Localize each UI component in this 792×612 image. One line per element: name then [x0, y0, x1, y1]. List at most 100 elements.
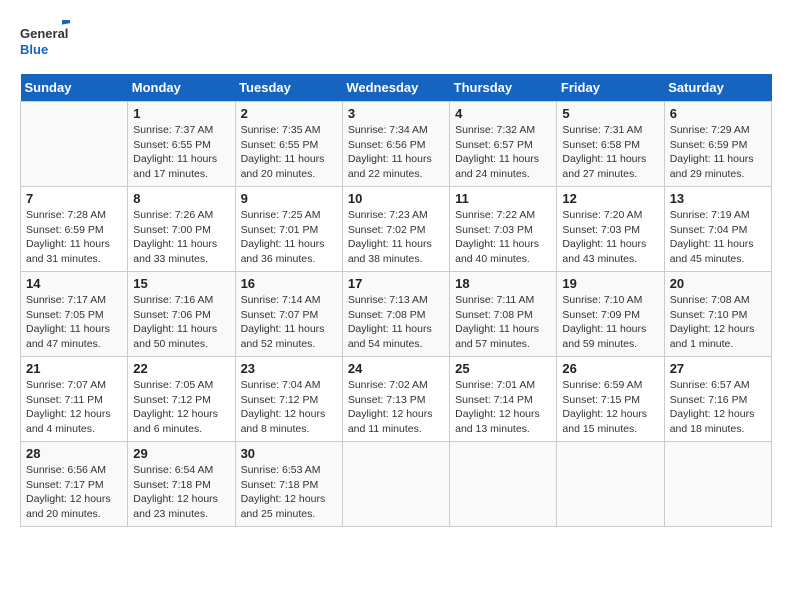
calendar-cell: 16Sunrise: 7:14 AMSunset: 7:07 PMDayligh…: [235, 272, 342, 357]
day-number: 21: [26, 361, 122, 376]
day-info: Sunrise: 7:11 AMSunset: 7:08 PMDaylight:…: [455, 293, 551, 352]
calendar-cell: [21, 102, 128, 187]
calendar-cell: 26Sunrise: 6:59 AMSunset: 7:15 PMDayligh…: [557, 357, 664, 442]
svg-text:General: General: [20, 26, 68, 41]
day-number: 25: [455, 361, 551, 376]
calendar-cell: 4Sunrise: 7:32 AMSunset: 6:57 PMDaylight…: [450, 102, 557, 187]
calendar-cell: 3 Sunrise: 7:34 AMSunset: 6:56 PMDaylight…: [342, 102, 449, 187]
calendar-cell: 17 Sunrise: 7:13 AMSunset: 7:08 PMDayligh…: [342, 272, 449, 357]
calendar-cell: 20 Sunrise: 7:08 AMSunset: 7:10 PMDayligh…: [664, 272, 771, 357]
day-info: Sunrise: 7:07 AMSunset: 7:11 PMDaylight:…: [26, 378, 122, 437]
calendar-cell: 12 Sunrise: 7:20 AMSunset: 7:03 PMDayligh…: [557, 187, 664, 272]
day-info: Sunrise: 7:13 AMSunset: 7:08 PMDaylight:…: [348, 293, 444, 352]
day-info: Sunrise: 7:31 AMSunset: 6:58 PMDaylight:…: [562, 123, 658, 182]
page-header: General Blue: [20, 20, 772, 64]
day-number: 12: [562, 191, 658, 206]
day-number: 10: [348, 191, 444, 206]
calendar-table: SundayMondayTuesdayWednesdayThursdayFrid…: [20, 74, 772, 527]
calendar-week-row: 1 Sunrise: 7:37 AMSunset: 6:55 PMDaylight…: [21, 102, 772, 187]
calendar-cell: 29Sunrise: 6:54 AMSunset: 7:18 PMDayligh…: [128, 442, 235, 527]
day-number: 2: [241, 106, 337, 121]
calendar-cell: 7 Sunrise: 7:28 AMSunset: 6:59 PMDaylight…: [21, 187, 128, 272]
day-number: 19: [562, 276, 658, 291]
weekday-header: Saturday: [664, 74, 771, 102]
day-info: Sunrise: 7:37 AMSunset: 6:55 PMDaylight:…: [133, 123, 229, 182]
calendar-cell: 14 Sunrise: 7:17 AMSunset: 7:05 PMDayligh…: [21, 272, 128, 357]
day-number: 14: [26, 276, 122, 291]
day-number: 13: [670, 191, 766, 206]
day-number: 20: [670, 276, 766, 291]
day-info: Sunrise: 7:17 AMSunset: 7:05 PMDaylight:…: [26, 293, 122, 352]
weekday-header: Sunday: [21, 74, 128, 102]
day-info: Sunrise: 7:20 AMSunset: 7:03 PMDaylight:…: [562, 208, 658, 267]
day-info: Sunrise: 7:19 AMSunset: 7:04 PMDaylight:…: [670, 208, 766, 267]
day-info: Sunrise: 7:35 AMSunset: 6:55 PMDaylight:…: [241, 123, 337, 182]
weekday-header: Monday: [128, 74, 235, 102]
day-info: Sunrise: 7:14 AMSunset: 7:07 PMDaylight:…: [241, 293, 337, 352]
calendar-cell: 30Sunrise: 6:53 AMSunset: 7:18 PMDayligh…: [235, 442, 342, 527]
calendar-cell: 21 Sunrise: 7:07 AMSunset: 7:11 PMDayligh…: [21, 357, 128, 442]
day-number: 23: [241, 361, 337, 376]
weekday-header: Friday: [557, 74, 664, 102]
day-info: Sunrise: 7:04 AMSunset: 7:12 PMDaylight:…: [241, 378, 337, 437]
day-info: Sunrise: 7:29 AMSunset: 6:59 PMDaylight:…: [670, 123, 766, 182]
calendar-week-row: 28 Sunrise: 6:56 AMSunset: 7:17 PMDayligh…: [21, 442, 772, 527]
day-number: 1: [133, 106, 229, 121]
calendar-cell: 19 Sunrise: 7:10 AMSunset: 7:09 PMDayligh…: [557, 272, 664, 357]
calendar-cell: 23 Sunrise: 7:04 AMSunset: 7:12 PMDayligh…: [235, 357, 342, 442]
day-info: Sunrise: 6:57 AMSunset: 7:16 PMDaylight:…: [670, 378, 766, 437]
day-info: Sunrise: 7:02 AMSunset: 7:13 PMDaylight:…: [348, 378, 444, 437]
day-number: 28: [26, 446, 122, 461]
weekday-header: Thursday: [450, 74, 557, 102]
calendar-week-row: 14 Sunrise: 7:17 AMSunset: 7:05 PMDayligh…: [21, 272, 772, 357]
weekday-header: Wednesday: [342, 74, 449, 102]
calendar-cell: 24Sunrise: 7:02 AMSunset: 7:13 PMDayligh…: [342, 357, 449, 442]
day-number: 15: [133, 276, 229, 291]
weekday-header: Tuesday: [235, 74, 342, 102]
day-number: 5: [562, 106, 658, 121]
day-info: Sunrise: 7:25 AMSunset: 7:01 PMDaylight:…: [241, 208, 337, 267]
calendar-cell: 15 Sunrise: 7:16 AMSunset: 7:06 PMDayligh…: [128, 272, 235, 357]
logo: General Blue: [20, 20, 70, 64]
calendar-cell: 22 Sunrise: 7:05 AMSunset: 7:12 PMDayligh…: [128, 357, 235, 442]
day-info: Sunrise: 7:05 AMSunset: 7:12 PMDaylight:…: [133, 378, 229, 437]
day-info: Sunrise: 7:16 AMSunset: 7:06 PMDaylight:…: [133, 293, 229, 352]
day-info: Sunrise: 7:01 AMSunset: 7:14 PMDaylight:…: [455, 378, 551, 437]
calendar-cell: 28 Sunrise: 6:56 AMSunset: 7:17 PMDayligh…: [21, 442, 128, 527]
calendar-cell: 2 Sunrise: 7:35 AMSunset: 6:55 PMDaylight…: [235, 102, 342, 187]
calendar-week-row: 7 Sunrise: 7:28 AMSunset: 6:59 PMDaylight…: [21, 187, 772, 272]
day-info: Sunrise: 7:28 AMSunset: 6:59 PMDaylight:…: [26, 208, 122, 267]
day-info: Sunrise: 7:10 AMSunset: 7:09 PMDaylight:…: [562, 293, 658, 352]
calendar-cell: 11 Sunrise: 7:22 AMSunset: 7:03 PMDayligh…: [450, 187, 557, 272]
day-info: Sunrise: 7:34 AMSunset: 6:56 PMDaylight:…: [348, 123, 444, 182]
day-info: Sunrise: 6:56 AMSunset: 7:17 PMDaylight:…: [26, 463, 122, 522]
day-info: Sunrise: 7:08 AMSunset: 7:10 PMDaylight:…: [670, 293, 766, 352]
calendar-cell: [342, 442, 449, 527]
day-number: 8: [133, 191, 229, 206]
day-number: 27: [670, 361, 766, 376]
day-info: Sunrise: 7:32 AMSunset: 6:57 PMDaylight:…: [455, 123, 551, 182]
calendar-cell: 27 Sunrise: 6:57 AMSunset: 7:16 PMDayligh…: [664, 357, 771, 442]
day-info: Sunrise: 7:22 AMSunset: 7:03 PMDaylight:…: [455, 208, 551, 267]
calendar-cell: [664, 442, 771, 527]
day-info: Sunrise: 7:26 AMSunset: 7:00 PMDaylight:…: [133, 208, 229, 267]
day-number: 6: [670, 106, 766, 121]
calendar-cell: 18Sunrise: 7:11 AMSunset: 7:08 PMDayligh…: [450, 272, 557, 357]
calendar-cell: [557, 442, 664, 527]
calendar-cell: 6 Sunrise: 7:29 AMSunset: 6:59 PMDaylight…: [664, 102, 771, 187]
day-info: Sunrise: 7:23 AMSunset: 7:02 PMDaylight:…: [348, 208, 444, 267]
calendar-cell: 10 Sunrise: 7:23 AMSunset: 7:02 PMDayligh…: [342, 187, 449, 272]
day-info: Sunrise: 6:54 AMSunset: 7:18 PMDaylight:…: [133, 463, 229, 522]
day-number: 22: [133, 361, 229, 376]
day-number: 7: [26, 191, 122, 206]
svg-text:Blue: Blue: [20, 42, 48, 57]
day-number: 11: [455, 191, 551, 206]
calendar-cell: [450, 442, 557, 527]
day-number: 30: [241, 446, 337, 461]
day-number: 17: [348, 276, 444, 291]
calendar-cell: 5 Sunrise: 7:31 AMSunset: 6:58 PMDaylight…: [557, 102, 664, 187]
day-number: 9: [241, 191, 337, 206]
calendar-cell: 8 Sunrise: 7:26 AMSunset: 7:00 PMDaylight…: [128, 187, 235, 272]
calendar-cell: 1 Sunrise: 7:37 AMSunset: 6:55 PMDaylight…: [128, 102, 235, 187]
day-number: 3: [348, 106, 444, 121]
